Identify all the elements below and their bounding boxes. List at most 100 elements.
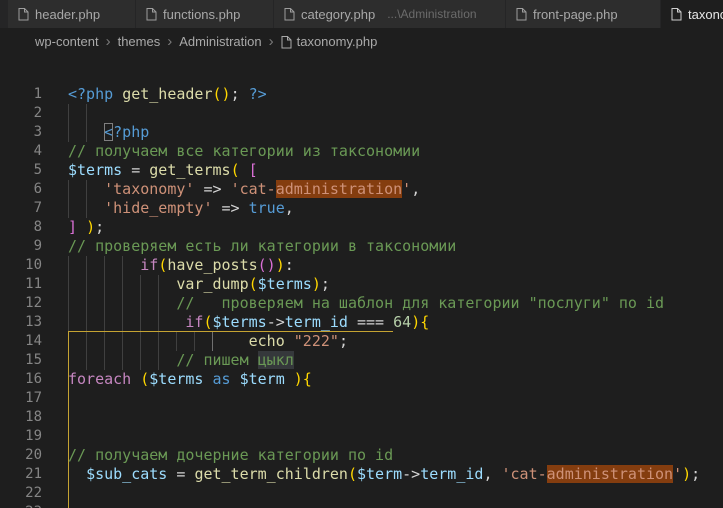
code-line-18[interactable] — [68, 408, 723, 427]
line-number: 18 — [25, 409, 42, 425]
tab-header-php[interactable]: header.php — [8, 0, 135, 28]
breadcrumb-item-themes[interactable]: themes — [118, 34, 161, 49]
line-number: 17 — [25, 390, 42, 406]
code-line-9[interactable]: // проверяем есть ли категории в таксоно… — [68, 237, 723, 256]
line-number: 7 — [33, 200, 42, 216]
code-text: foreach ($terms as $term ){ — [68, 370, 312, 388]
tab-category-php[interactable]: category.php ...\Administration — [274, 0, 505, 28]
tab-taxonomy-php[interactable]: taxonomy.php — [661, 0, 723, 28]
code-line-21[interactable]: $sub_cats = get_term_children($term->ter… — [68, 465, 723, 484]
code-token: ; — [230, 85, 249, 103]
code-token: as — [212, 370, 231, 388]
code-text: ] ); — [68, 218, 104, 236]
chevron-right-icon: › — [167, 33, 173, 50]
file-icon — [146, 8, 157, 21]
breadcrumb-item-file[interactable]: taxonomy.php — [281, 34, 377, 49]
code-text: echo "222"; — [68, 332, 348, 350]
tab-label: header.php — [35, 6, 101, 22]
code-line-4[interactable]: // получаем все категории из таксономии — [68, 142, 723, 161]
code-token: $terms — [212, 313, 267, 331]
code-token: ) — [682, 465, 692, 483]
code-token: $terms — [68, 161, 123, 179]
line-number: 9 — [33, 238, 42, 254]
code-line-8[interactable]: ] ); — [68, 218, 723, 237]
code-token: $term — [239, 370, 285, 388]
code-line-3[interactable]: <?php — [68, 123, 723, 142]
code-token: // пишем — [176, 351, 258, 369]
chevron-right-icon: › — [105, 33, 111, 50]
code-line-20[interactable]: // получаем дочерние категории по id — [68, 446, 723, 465]
line-number: 21 — [25, 466, 42, 482]
tab-front-page-php[interactable]: front-page.php — [506, 0, 660, 28]
code-area[interactable]: <?php get_header(); ?> <?php// получаем … — [68, 85, 723, 508]
file-icon — [671, 8, 682, 21]
code-line-14[interactable]: echo "222"; — [68, 332, 723, 351]
code-token: if — [140, 256, 159, 274]
code-token: ( — [347, 465, 357, 483]
file-icon — [284, 8, 295, 21]
code-line-5[interactable]: $terms = get_terms( [ — [68, 161, 723, 180]
code-text: if($terms->term_id === 64){ — [68, 313, 429, 331]
code-line-11[interactable]: var_dump($terms); — [68, 275, 723, 294]
code-token: true — [248, 199, 285, 217]
code-line-6[interactable]: 'taxonomy' => 'cat-administration', — [68, 180, 723, 199]
code-line-13[interactable]: if($terms->term_id === 64){ — [68, 313, 723, 332]
code-text: 'taxonomy' => 'cat-administration', — [68, 180, 420, 198]
code-token: have_posts — [167, 256, 258, 274]
code-editor[interactable]: 1234567891011121314151617181920212223 <?… — [0, 55, 723, 508]
code-text: <?php get_header(); ?> — [68, 85, 267, 103]
code-token: ; — [95, 218, 105, 236]
code-line-23[interactable] — [68, 503, 723, 508]
bracket-pair-guide — [68, 408, 69, 427]
tab-description: ...\Administration — [387, 7, 477, 21]
code-line-19[interactable] — [68, 427, 723, 446]
line-number: 6 — [33, 181, 42, 197]
line-number: 10 — [25, 257, 42, 273]
code-token: ) — [275, 256, 285, 274]
code-token: 'taxonomy' — [104, 180, 195, 198]
line-number: 13 — [25, 314, 42, 330]
code-token: 64 — [393, 313, 412, 331]
line-number: 12 — [25, 295, 42, 311]
code-token: ( — [203, 313, 213, 331]
code-token: -> — [402, 465, 421, 483]
line-number: 3 — [33, 124, 42, 140]
code-line-1[interactable]: <?php get_header(); ?> — [68, 85, 723, 104]
code-token: term_id — [284, 313, 348, 331]
find-match-highlight: administration — [546, 465, 674, 483]
code-token: $sub_cats — [86, 465, 168, 483]
code-token: // получаем дочерние категории по id — [68, 446, 394, 464]
code-token: $terms — [257, 275, 312, 293]
code-token: <?php — [68, 85, 114, 103]
code-token: , — [483, 465, 502, 483]
code-line-17[interactable] — [68, 389, 723, 408]
code-text: // проверяем на шаблон для категории "по… — [68, 294, 664, 312]
code-line-7[interactable]: 'hide_empty' => true, — [68, 199, 723, 218]
code-text: if(have_posts()): — [68, 256, 294, 274]
code-token: ; — [691, 465, 701, 483]
code-line-22[interactable] — [68, 484, 723, 503]
line-number: 1 — [33, 86, 42, 102]
breadcrumb-item-administration[interactable]: Administration — [179, 34, 261, 49]
file-icon — [516, 8, 527, 21]
code-line-12[interactable]: // проверяем на шаблон для категории "по… — [68, 294, 723, 313]
code-line-10[interactable]: if(have_posts()): — [68, 256, 723, 275]
code-line-16[interactable]: foreach ($terms as $term ){ — [68, 370, 723, 389]
tab-label: taxonomy.php — [688, 6, 723, 22]
code-line-15[interactable]: // пишем цыкл — [68, 351, 723, 370]
tab-label: front-page.php — [533, 6, 618, 22]
line-number: 8 — [33, 219, 42, 235]
tab-bar: header.php functions.php category.php ...\A… — [0, 0, 723, 28]
tab-functions-php[interactable]: functions.php — [136, 0, 273, 28]
bracket-pair-guide — [68, 484, 69, 503]
breadcrumb-item-wp-content[interactable]: wp-content — [35, 34, 99, 49]
code-token: // проверяем есть ли категории в таксоно… — [68, 237, 457, 255]
code-token: , — [411, 180, 421, 198]
code-token: foreach — [68, 370, 132, 388]
code-line-2[interactable] — [68, 104, 723, 123]
code-token: === — [347, 313, 394, 331]
code-token: 'cat- — [230, 180, 276, 198]
line-number: 4 — [33, 143, 42, 159]
